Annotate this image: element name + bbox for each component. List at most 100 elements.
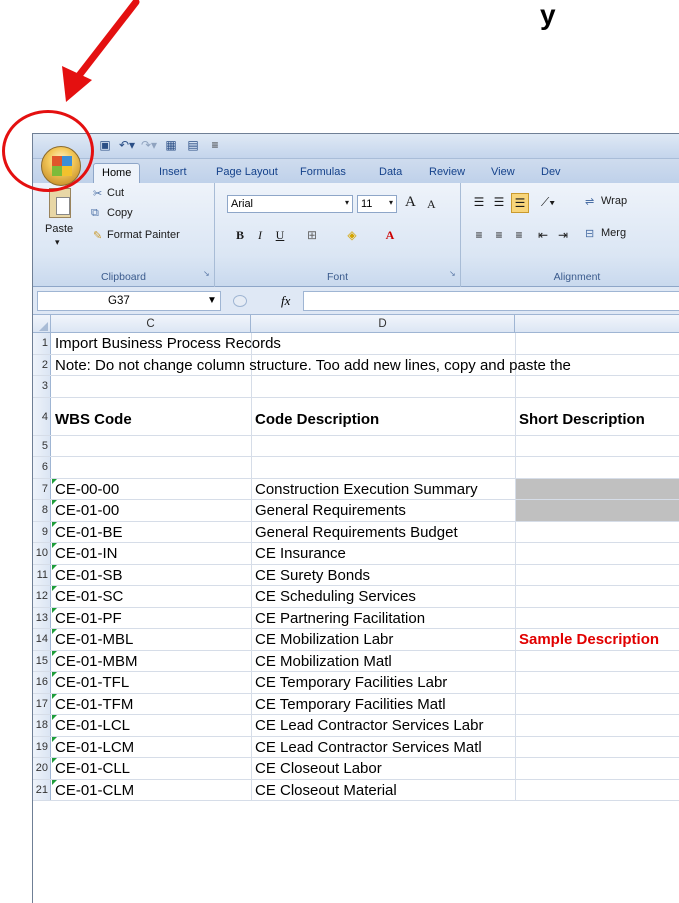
cell-d[interactable]: CE Closeout Material: [252, 780, 397, 801]
formula-input[interactable]: [303, 291, 679, 311]
cell-c[interactable]: CE-01-LCL: [52, 715, 130, 736]
cell-c[interactable]: [52, 436, 55, 457]
font-name-box[interactable]: Arial: [227, 195, 353, 213]
font-size-dropdown-icon[interactable]: ▾: [389, 198, 393, 207]
paste-dropdown-icon[interactable]: ▾: [55, 237, 60, 248]
undo-icon[interactable]: ↶▾: [119, 137, 135, 153]
cell-e[interactable]: [516, 608, 519, 629]
borders-icon[interactable]: ⊞: [303, 226, 321, 246]
cell-d[interactable]: CE Lead Contractor Services Labr: [252, 715, 483, 736]
cell-c[interactable]: CE-01-PF: [52, 607, 122, 629]
cell-d[interactable]: CE Temporary Facilities Matl: [252, 694, 446, 715]
row-header[interactable]: 15: [33, 650, 51, 671]
row-header[interactable]: 6: [33, 457, 51, 478]
save-icon[interactable]: ▣: [97, 137, 113, 153]
cell-d[interactable]: CE Scheduling Services: [252, 586, 416, 607]
cell-c[interactable]: CE-01-BE: [52, 521, 123, 543]
align-right-icon[interactable]: ≡: [511, 226, 527, 246]
cell-e[interactable]: [516, 436, 519, 457]
underline-button[interactable]: U: [273, 226, 287, 246]
tab-home[interactable]: Home: [93, 163, 141, 183]
row-header[interactable]: 9: [33, 521, 51, 542]
cell-e[interactable]: Sample Description: [516, 629, 659, 650]
cell-d[interactable]: Code Description: [252, 398, 379, 435]
cell-e[interactable]: [516, 479, 519, 500]
align-middle-icon[interactable]: ☰: [491, 193, 507, 213]
row-header[interactable]: 21: [33, 779, 51, 800]
cell-c[interactable]: CE-01-TFM: [52, 693, 133, 715]
bold-button[interactable]: B: [233, 226, 247, 246]
cell-e[interactable]: [516, 586, 519, 607]
format-painter-button[interactable]: Format Painter: [107, 229, 180, 241]
cell-d[interactable]: CE Surety Bonds: [252, 565, 370, 586]
column-header-e[interactable]: [515, 315, 679, 333]
tab-page-layout[interactable]: Page Layout: [216, 163, 278, 183]
dialog-launcher-icon[interactable]: ↘: [203, 269, 210, 278]
row-header[interactable]: 11: [33, 564, 51, 585]
cut-button[interactable]: Cut: [107, 187, 124, 199]
cell-e[interactable]: [516, 333, 519, 354]
cell-c[interactable]: CE-01-LCM: [52, 736, 134, 758]
cell-e[interactable]: [516, 737, 519, 758]
row-header[interactable]: 3: [33, 376, 51, 397]
cell-c[interactable]: WBS Code: [52, 398, 132, 435]
cell-d[interactable]: [252, 436, 255, 457]
row-header[interactable]: 8: [33, 500, 51, 521]
decrease-indent-icon[interactable]: ⇤: [535, 226, 551, 246]
name-box[interactable]: G37: [37, 291, 221, 311]
cell-d[interactable]: CE Lead Contractor Services Matl: [252, 737, 482, 758]
cell-d[interactable]: CE Mobilization Labr: [252, 629, 393, 650]
tab-formulas[interactable]: Formulas: [300, 163, 346, 183]
cell-e[interactable]: [516, 355, 519, 376]
cell-c[interactable]: CE-01-CLM: [52, 779, 134, 801]
row-header[interactable]: 13: [33, 607, 51, 628]
cell-e[interactable]: [516, 758, 519, 779]
cell-c[interactable]: CE-01-TFL: [52, 672, 129, 693]
tab-view[interactable]: View: [491, 163, 515, 183]
cell-e[interactable]: [516, 694, 519, 715]
cell-d[interactable]: CE Partnering Facilitation: [252, 608, 425, 629]
cell-c[interactable]: CE-01-CLL: [52, 758, 130, 779]
cell-c[interactable]: [52, 457, 55, 478]
cell-e[interactable]: [516, 500, 519, 521]
row-header[interactable]: 16: [33, 672, 51, 693]
row-header[interactable]: 10: [33, 543, 51, 564]
cell-d[interactable]: CE Temporary Facilities Labr: [252, 672, 447, 693]
name-box-dropdown-icon[interactable]: ▼: [207, 291, 217, 311]
cell-c[interactable]: Note: Do not change column structure. To…: [52, 355, 571, 376]
row-header[interactable]: 2: [33, 354, 51, 375]
font-name-dropdown-icon[interactable]: ▾: [345, 198, 349, 207]
office-button[interactable]: [41, 146, 81, 186]
fill-color-icon[interactable]: ◈: [343, 226, 361, 246]
cell-c[interactable]: [52, 376, 55, 397]
paste-button[interactable]: Paste: [45, 223, 73, 235]
cell-e[interactable]: Short Description: [516, 398, 645, 435]
row-header[interactable]: 5: [33, 435, 51, 456]
row-header[interactable]: 7: [33, 478, 51, 499]
tab-review[interactable]: Review: [429, 163, 465, 183]
cell-e[interactable]: [516, 565, 519, 586]
row-header[interactable]: 12: [33, 586, 51, 607]
row-header[interactable]: 20: [33, 758, 51, 779]
font-color-icon[interactable]: A: [381, 226, 399, 246]
formula-bar-grip-icon[interactable]: [233, 295, 247, 307]
cell-d[interactable]: General Requirements: [252, 500, 406, 521]
cell-e[interactable]: [516, 715, 519, 736]
cell-d[interactable]: Construction Execution Summary: [252, 479, 478, 500]
cell-d[interactable]: [252, 333, 255, 354]
cell-c[interactable]: CE-01-MBM: [52, 650, 138, 672]
cell-e[interactable]: [516, 780, 519, 801]
row-header[interactable]: 4: [33, 397, 51, 435]
grid-icon[interactable]: ▦: [163, 137, 179, 153]
align-left-icon[interactable]: ≡: [471, 226, 487, 246]
merge-button[interactable]: Merg: [601, 227, 626, 239]
row-header[interactable]: 14: [33, 629, 51, 650]
wrap-text-button[interactable]: Wrap: [601, 195, 627, 207]
cell-d[interactable]: CE Insurance: [252, 543, 346, 564]
cell-e[interactable]: [516, 651, 519, 672]
cell-e[interactable]: [516, 457, 519, 478]
align-bottom-icon[interactable]: ☰: [511, 193, 529, 213]
tab-insert[interactable]: Insert: [159, 163, 187, 183]
tab-developer[interactable]: Dev: [541, 163, 561, 183]
cell-e[interactable]: [516, 376, 519, 397]
